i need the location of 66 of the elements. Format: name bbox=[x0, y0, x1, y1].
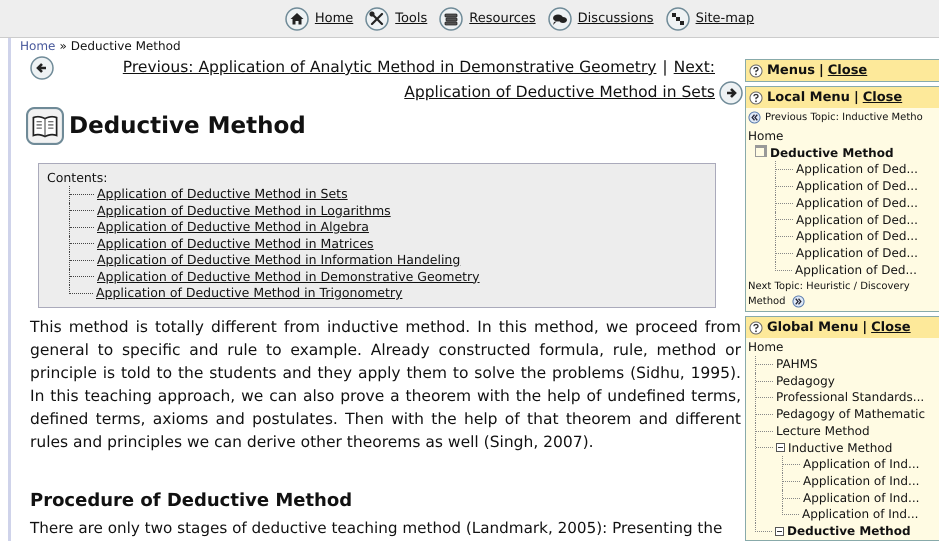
contents-link[interactable]: Application of Deductive Method in Trigonometry bbox=[96, 285, 402, 302]
header-separator: | bbox=[819, 63, 824, 78]
tree-item[interactable]: Home bbox=[748, 129, 784, 143]
header-separator: | bbox=[854, 90, 859, 105]
tree-item[interactable]: Application of Ind... bbox=[802, 506, 918, 524]
breadcrumb-link[interactable]: Home bbox=[20, 39, 56, 53]
body-paragraph: This method is totally different from inductive method. In this method, we proceed from general to specific and rule to example. Already constructed formula, rule, method or principle is told to the students and they apply them to solve the problems (Sidhu, 1995). In this teaching approach, we can also prove a theorem with the help of undefined terms, defined terms, axioms and postulates. Then with the help of that theorem and different rules and principles we can derive other theorems as well (Singh, 2007). bbox=[30, 316, 741, 452]
close-link[interactable]: Close bbox=[871, 320, 911, 336]
home-icon bbox=[284, 6, 309, 30]
tree-item[interactable]: Deductive Method bbox=[770, 144, 894, 162]
close-link[interactable]: Close bbox=[828, 63, 868, 78]
tree-item[interactable]: Deductive Method bbox=[787, 523, 911, 540]
next-topic-link[interactable]: Next Topic: Heuristic / Discovery Method bbox=[748, 279, 923, 310]
double-forward-icon[interactable] bbox=[792, 295, 805, 308]
tree-item[interactable]: Lecture Method bbox=[776, 422, 870, 440]
tools-icon bbox=[365, 6, 390, 30]
close-link[interactable]: Close bbox=[862, 90, 902, 105]
nav-link[interactable]: Resources bbox=[439, 6, 536, 30]
tree-item[interactable]: Application of Ind... bbox=[803, 472, 920, 490]
nav-link[interactable]: Home bbox=[284, 6, 354, 30]
previous-topic-link[interactable]: Previous Topic: Inductive Metho bbox=[765, 112, 923, 123]
nav-link[interactable]: Discussions bbox=[548, 6, 654, 30]
help-icon[interactable] bbox=[749, 320, 763, 335]
tree-item[interactable]: Application of Ded... bbox=[795, 262, 917, 278]
contents-link[interactable]: Application of Deductive Method in Matrices bbox=[97, 236, 374, 252]
double-back-icon[interactable] bbox=[748, 111, 761, 124]
tree-item[interactable]: PAHMS bbox=[776, 356, 818, 373]
header-separator: | bbox=[862, 320, 868, 336]
menu-title: Global Menu bbox=[767, 320, 858, 336]
tree-item[interactable]: Application of Ded... bbox=[796, 244, 918, 262]
tree-item[interactable]: Application of Ind... bbox=[803, 456, 920, 473]
sitemap-icon bbox=[666, 6, 690, 30]
books-icon bbox=[439, 6, 464, 30]
tree-item[interactable]: Pedagogy of Mathematic bbox=[776, 406, 926, 423]
body-paragraph: There are only two stages of deductive teaching method (Landmark, 2005): Presenting the bbox=[30, 518, 724, 538]
tree-item[interactable]: Professional Standards... bbox=[776, 389, 924, 406]
tree-item[interactable]: Application of Ded... bbox=[796, 178, 918, 195]
menu-title: Local Menu bbox=[767, 90, 850, 105]
collapse-icon[interactable] bbox=[775, 526, 784, 536]
contents-link[interactable]: Application of Deductive Method in Demonstrative Geometry bbox=[97, 268, 480, 285]
tree-item[interactable]: Home bbox=[748, 340, 784, 354]
tree-item[interactable]: Application of Ded... bbox=[796, 161, 918, 178]
page-title: Deductive Method bbox=[69, 113, 306, 139]
tree-item[interactable]: Application of Ded... bbox=[796, 228, 918, 245]
section-heading: Procedure of Deductive Method bbox=[30, 490, 354, 510]
tree-item[interactable]: Application of Ded... bbox=[796, 212, 918, 228]
chat-icon bbox=[548, 6, 572, 30]
contents-link[interactable]: Application of Deductive Method in Logarithms bbox=[97, 202, 391, 219]
contents-label: Contents: bbox=[47, 170, 108, 186]
book-icon bbox=[26, 107, 64, 145]
tree-item[interactable]: Application of Ind... bbox=[803, 490, 920, 506]
tree-item[interactable]: Inductive Method bbox=[788, 440, 892, 456]
nav-link[interactable]: Site-map bbox=[666, 6, 754, 30]
menu-title: Menus bbox=[767, 63, 816, 78]
collapse-icon[interactable] bbox=[776, 443, 785, 452]
contents-link[interactable]: Application of Deductive Method in Sets bbox=[97, 186, 348, 202]
contents-link[interactable]: Application of Deductive Method in Information Handeling bbox=[97, 252, 460, 268]
nav-link[interactable]: Tools bbox=[365, 6, 428, 30]
pager-links[interactable]: Previous: Application of Analytic Method in Demonstrative Geometry | Next: Application of Deductive Method in Sets bbox=[62, 55, 715, 105]
breadcrumb-separator: » bbox=[59, 39, 67, 53]
contents-link[interactable]: Application of Deductive Method in Algebra bbox=[97, 219, 369, 236]
tree-item[interactable]: Pedagogy bbox=[776, 372, 835, 390]
breadcrumb-current: Deductive Method bbox=[70, 39, 181, 53]
help-icon[interactable] bbox=[749, 64, 763, 78]
tree-item[interactable]: Application of Ded... bbox=[796, 194, 918, 212]
help-icon[interactable] bbox=[749, 90, 763, 104]
